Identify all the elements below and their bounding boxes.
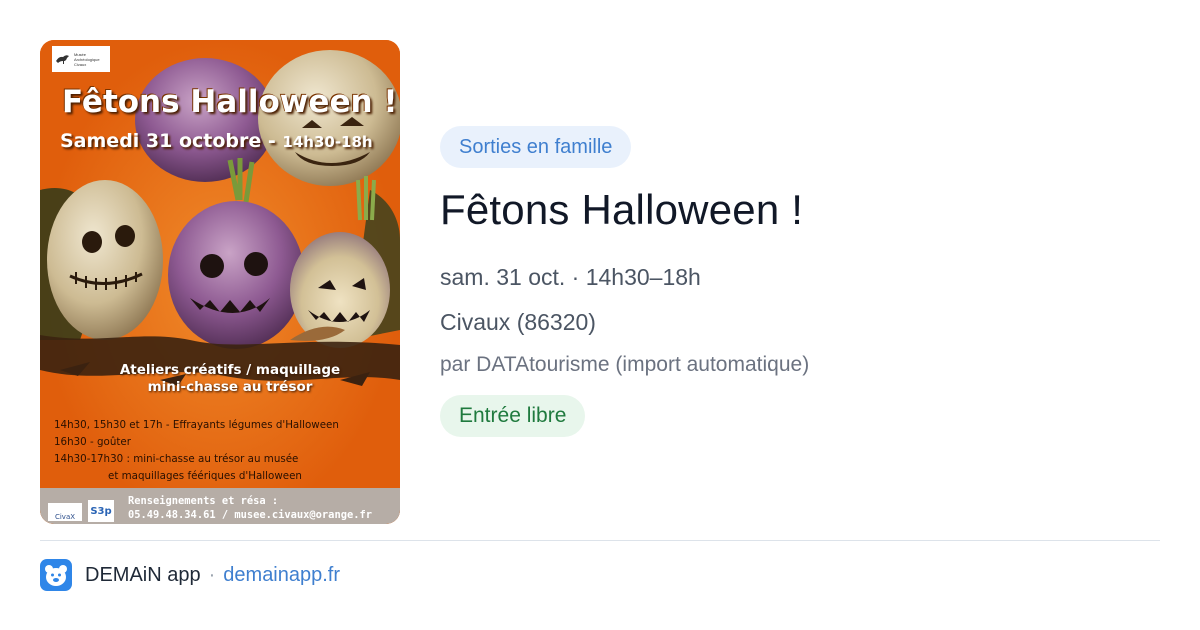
footer-separator: · bbox=[208, 563, 216, 586]
poster-schedule-line: 16h30 - goûter bbox=[54, 436, 131, 448]
price-badge: Entrée libre bbox=[440, 395, 586, 437]
partner-logo: S3p bbox=[88, 500, 114, 522]
event-poster-image: Musée Archéologique Civaux Fêtons Hallow… bbox=[40, 40, 400, 524]
event-title: Fêtons Halloween ! bbox=[440, 186, 804, 233]
poster-date: Samedi 31 octobre - 14h30-18h bbox=[60, 130, 400, 152]
footer-divider bbox=[40, 540, 1160, 541]
poster-title: Fêtons Halloween ! bbox=[62, 84, 398, 120]
event-source: par DATAtourisme (import automatique) bbox=[440, 353, 810, 376]
app-website-link[interactable]: demainapp.fr bbox=[223, 564, 340, 587]
poster-activities: Ateliers créatifs / maquillage mini-chas… bbox=[119, 362, 341, 395]
poster-contact-details: 05.49.48.34.61 / musee.civaux@orange.fr bbox=[128, 509, 372, 521]
museum-logo-text: Musée Archéologique Civaux bbox=[74, 51, 100, 67]
poster-contact: Renseignements et résa : 05.49.48.34.61 … bbox=[128, 494, 398, 522]
event-location: Civaux (86320) bbox=[440, 309, 596, 335]
app-footer: DEMAiN app · demainapp.fr bbox=[40, 558, 340, 592]
poster-date-main: Samedi 31 octobre - bbox=[60, 130, 283, 152]
poster-schedule-line: et maquillages féériques d'Halloween bbox=[108, 470, 302, 482]
poster-schedule-line: 14h30-17h30 : mini-chasse au trésor au m… bbox=[54, 453, 299, 465]
museum-logo: Musée Archéologique Civaux bbox=[52, 46, 110, 72]
horse-logo-icon bbox=[56, 55, 69, 64]
poster-time: 14h30-18h bbox=[282, 133, 373, 151]
category-badge: Sorties en famille bbox=[440, 126, 632, 168]
event-date-time: sam. 31 oct. · 14h30–18h bbox=[440, 264, 701, 290]
app-name: DEMAiN app bbox=[85, 563, 201, 586]
bear-face-icon bbox=[40, 559, 72, 591]
poster-contact-label: Renseignements et résa : bbox=[128, 495, 279, 507]
poster-schedule-line: 14h30, 15h30 et 17h - Effrayants légumes… bbox=[54, 419, 339, 431]
civaux-logo: CivaX bbox=[48, 503, 82, 521]
poster-schedule: 14h30, 15h30 et 17h - Effrayants légumes… bbox=[54, 417, 394, 485]
